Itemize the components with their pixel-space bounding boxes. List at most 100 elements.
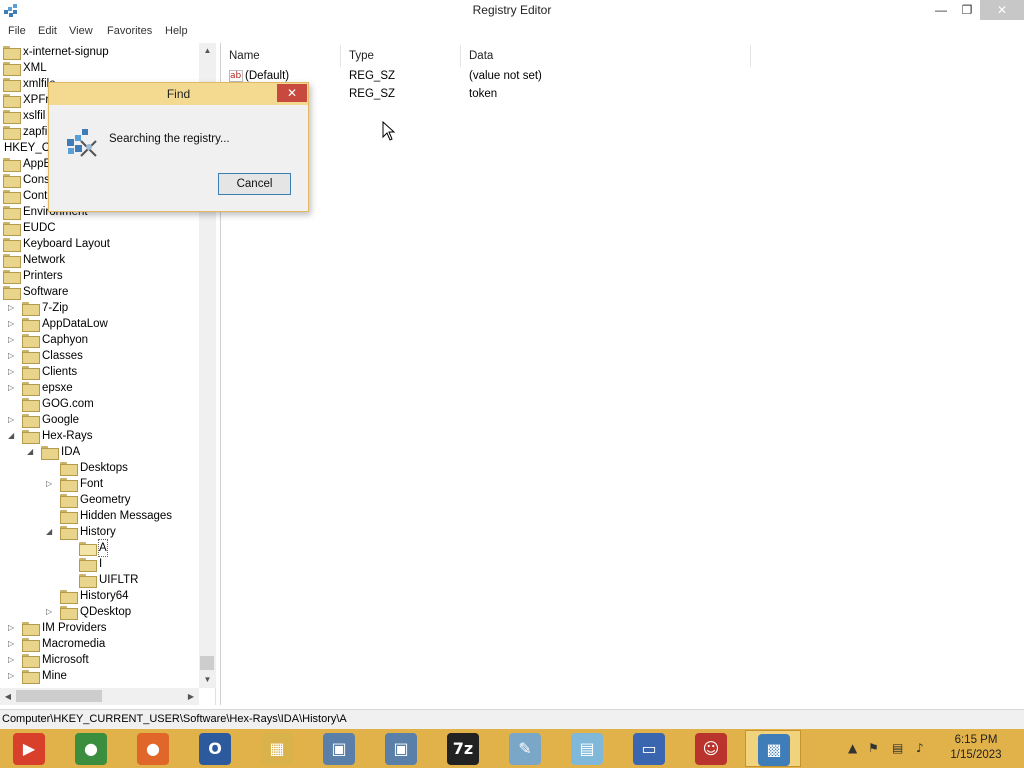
volume-icon[interactable]: ♪ <box>916 741 924 755</box>
scroll-down-icon[interactable]: ▼ <box>199 672 216 688</box>
value-row[interactable]: ab (Default) REG_SZ (value not set) <box>221 67 981 85</box>
taskbar-app-firefox[interactable]: ● <box>125 730 181 767</box>
tree-item[interactable]: I <box>0 556 215 572</box>
taskbar-app-network-tool[interactable]: ▣ <box>311 730 367 767</box>
close-button[interactable]: ✕ <box>980 0 1024 20</box>
tree-item[interactable]: ▷ Clients <box>0 364 215 380</box>
expand-icon[interactable]: ▷ <box>8 412 18 428</box>
expand-icon[interactable]: ▷ <box>8 652 18 668</box>
folder-icon <box>22 654 40 668</box>
tree-item[interactable]: ▷ IM Providers <box>0 620 215 636</box>
menu-favorites[interactable]: Favorites <box>107 25 152 37</box>
expand-icon[interactable]: ▷ <box>8 668 18 684</box>
expand-icon[interactable]: ▷ <box>8 316 18 332</box>
dialog-title-bar[interactable]: Find ✕ <box>49 83 308 105</box>
clock[interactable]: 6:15 PM 1/15/2023 <box>930 733 1022 763</box>
taskbar-app-origin[interactable]: O <box>187 730 243 767</box>
tree-item[interactable]: ▷ Google <box>0 412 215 428</box>
expand-icon[interactable]: ▷ <box>8 380 18 396</box>
hscroll-thumb[interactable] <box>16 690 102 702</box>
column-header-data[interactable]: Data <box>461 45 751 67</box>
folder-icon <box>3 94 21 108</box>
expand-icon[interactable]: ▷ <box>46 476 56 492</box>
expand-icon[interactable]: ▷ <box>46 604 56 620</box>
tree-item[interactable]: ▷ Macromedia <box>0 636 215 652</box>
tree-item[interactable]: ▷ Caphyon <box>0 332 215 348</box>
network-icon[interactable]: ▤ <box>892 741 903 755</box>
tree-horizontal-scrollbar[interactable]: ◀ ▶ <box>0 688 199 705</box>
folder-icon <box>22 302 40 316</box>
tree-item[interactable]: ▷ epsxe <box>0 380 215 396</box>
expand-icon[interactable]: ▷ <box>8 332 18 348</box>
column-header-name[interactable]: Name <box>221 45 341 67</box>
collapse-icon[interactable]: ◢ <box>27 444 37 460</box>
folder-icon <box>3 62 21 76</box>
tree-item[interactable]: ▷ Microsoft <box>0 652 215 668</box>
tree-item[interactable]: XML <box>0 60 215 76</box>
taskbar-app-file-explorer[interactable]: ▦ <box>249 730 305 767</box>
scroll-up-icon[interactable]: ▲ <box>199 43 216 59</box>
tree-item[interactable]: Desktops <box>0 460 215 476</box>
minimize-button[interactable]: — <box>928 0 954 20</box>
folder-icon <box>22 638 40 652</box>
menu-file[interactable]: File <box>8 25 26 37</box>
collapse-icon[interactable]: ◢ <box>8 428 18 444</box>
tree-item[interactable]: ▷ Mine <box>0 668 215 684</box>
tree-item[interactable]: ◢ History <box>0 524 215 540</box>
show-hidden-icons-icon[interactable]: ▲ <box>848 741 857 755</box>
folder-icon <box>3 46 21 60</box>
column-header-type[interactable]: Type <box>341 45 461 67</box>
game-icon: ☺ <box>695 733 727 765</box>
taskbar-app-7zip[interactable]: 7z <box>435 730 491 767</box>
tree-item[interactable]: ◢ Hex-Rays <box>0 428 215 444</box>
menu-edit[interactable]: Edit <box>38 25 57 37</box>
tree-item[interactable]: ▷ Font <box>0 476 215 492</box>
tree-item[interactable]: ▷ Classes <box>0 348 215 364</box>
tree-item[interactable]: Geometry <box>0 492 215 508</box>
expand-icon[interactable]: ▷ <box>8 348 18 364</box>
folder-icon <box>60 590 78 604</box>
tree-item[interactable]: ▷ QDesktop <box>0 604 215 620</box>
tree-item[interactable]: Printers <box>0 268 215 284</box>
taskbar-app-notepad[interactable]: ▤ <box>559 730 615 767</box>
taskbar-app-registry-editor[interactable]: ▩ <box>745 730 801 767</box>
flag-icon[interactable]: ⚑ <box>868 741 879 755</box>
tree-item[interactable]: Network <box>0 252 215 268</box>
taskbar-app-remote-desktop[interactable]: ▭ <box>621 730 677 767</box>
expand-icon[interactable]: ▷ <box>8 300 18 316</box>
tree-item[interactable]: ▷ 7-Zip <box>0 300 215 316</box>
tree-item[interactable]: Hidden Messages <box>0 508 215 524</box>
tree-item[interactable]: ▷ AppDataLow <box>0 316 215 332</box>
folder-icon <box>22 622 40 636</box>
expand-icon[interactable]: ▷ <box>8 620 18 636</box>
tree-item[interactable]: x-internet-signup <box>0 44 215 60</box>
collapse-icon[interactable]: ◢ <box>46 524 56 540</box>
scroll-left-icon[interactable]: ◀ <box>0 688 16 705</box>
restore-button[interactable]: ❐ <box>954 0 980 20</box>
cancel-button[interactable]: Cancel <box>218 173 291 195</box>
tree-item[interactable]: UIFLTR <box>0 572 215 588</box>
tree-item[interactable]: EUDC <box>0 220 215 236</box>
folder-icon <box>22 366 40 380</box>
tree-item[interactable]: ◢ IDA <box>0 444 215 460</box>
taskbar-app-game[interactable]: ☺ <box>683 730 739 767</box>
expand-icon[interactable]: ▷ <box>8 636 18 652</box>
value-row[interactable]: REG_SZ token <box>221 85 981 103</box>
taskbar-app-chrome[interactable]: ● <box>63 730 119 767</box>
tree-item[interactable]: A <box>0 539 215 557</box>
scroll-thumb[interactable] <box>200 656 214 670</box>
taskbar-app-media-player[interactable]: ▶ <box>1 730 57 767</box>
taskbar-app-network-tool-2[interactable]: ▣ <box>373 730 429 767</box>
menu-view[interactable]: View <box>69 25 93 37</box>
dialog-close-button[interactable]: ✕ <box>277 84 307 102</box>
menu-help[interactable]: Help <box>165 25 188 37</box>
expand-icon[interactable]: ▷ <box>8 364 18 380</box>
chrome-icon: ● <box>75 733 107 765</box>
tree-item[interactable]: GOG.com <box>0 396 215 412</box>
taskbar-app-paint[interactable]: ✎ <box>497 730 553 767</box>
tree-item[interactable]: Software <box>0 284 215 300</box>
tree-item[interactable]: History64 <box>0 588 215 604</box>
scroll-right-icon[interactable]: ▶ <box>183 688 199 705</box>
tree-item[interactable]: Keyboard Layout <box>0 236 215 252</box>
values-list[interactable]: Name Type Data ab (Default) REG_SZ (valu… <box>220 43 1024 705</box>
